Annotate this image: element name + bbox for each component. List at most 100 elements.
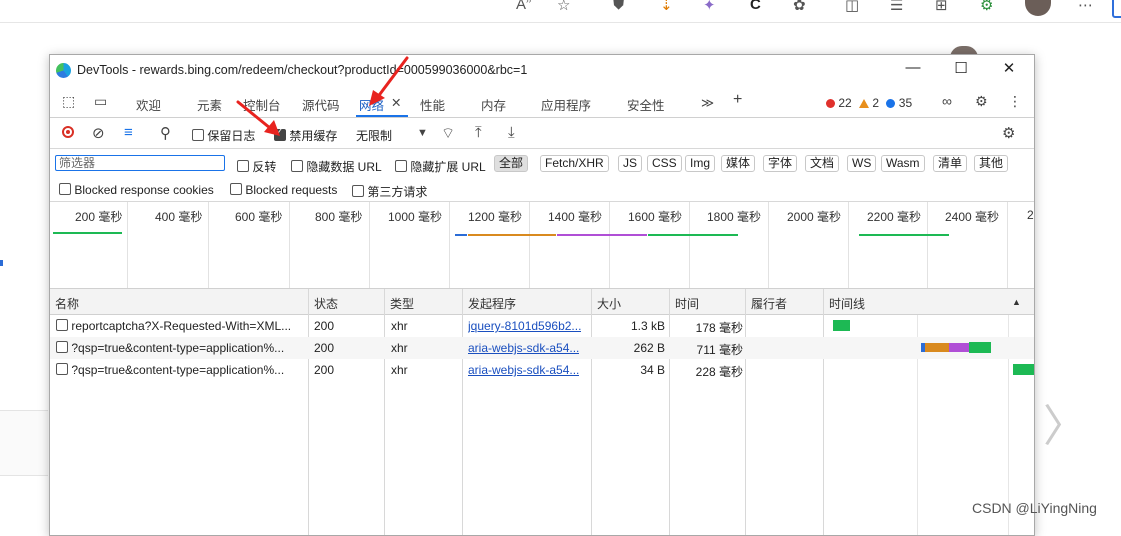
tab-performance[interactable]: 性能 [420,95,445,114]
close-button[interactable]: ✕ [994,59,1024,77]
more-menu-icon[interactable]: ⋯ [1078,0,1093,14]
favorite-star-icon[interactable]: ☆ [557,0,570,14]
filter-chip-all[interactable]: 全部 [494,155,529,172]
filter-chip-other[interactable]: 其他 [974,155,1009,172]
column-header-initiator[interactable]: 发起程序 [468,295,516,312]
waterfall-bar[interactable] [925,343,949,352]
request-size: 262 B [633,341,665,355]
chevron-right-icon[interactable]: 〉 [1043,390,1087,454]
blocked-requests-toggle[interactable]: Blocked requests [230,183,337,197]
profile-avatar[interactable] [1025,0,1051,16]
hide-extension-url-toggle[interactable]: 隐藏扩展 URL [395,158,486,175]
filter-chip-js[interactable]: JS [618,155,643,172]
network-conditions-icon[interactable]: ⌔ [441,124,455,143]
row-checkbox[interactable] [56,319,68,331]
hide-extension-url-checkbox[interactable] [395,160,407,172]
overview-tick: 2 [1027,208,1034,222]
request-initiator-link[interactable]: aria-webjs-sdk-a54... [468,341,579,355]
column-header-fulfilled-by[interactable]: 履行者 [751,295,787,312]
preserve-log-checkbox[interactable] [192,129,204,141]
column-header-waterfall[interactable]: 时间线 [829,295,865,312]
column-header-status[interactable]: 状态 [314,295,338,312]
device-emulation-icon[interactable]: ▭ [94,93,107,110]
filter-chip-css[interactable]: CSS [647,155,682,172]
table-row[interactable]: ?qsp=true&content-type=application%... 2… [50,337,1034,359]
tab-welcome[interactable]: 欢迎 [136,95,161,114]
overview-bar [648,234,738,236]
third-party-checkbox[interactable] [352,185,364,197]
waterfall-bar[interactable] [969,342,991,353]
blocked-cookies-checkbox[interactable] [59,183,71,195]
settings-gear-icon[interactable]: ⚙ [975,93,988,110]
filter-chip-wasm[interactable]: Wasm [881,155,925,172]
hide-data-url-toggle[interactable]: 隐藏数据 URL [291,158,382,175]
request-initiator-link[interactable]: jquery-8101d596b2... [468,319,581,333]
waterfall-bar[interactable] [949,343,969,352]
more-tabs-button[interactable]: ≫ [701,95,714,110]
waterfall-bar[interactable] [833,320,850,331]
extension-icon[interactable]: C [750,0,761,13]
minimize-button[interactable]: — [898,59,928,76]
blocked-requests-checkbox[interactable] [230,183,242,195]
tab-memory[interactable]: 内存 [481,95,506,114]
filter-chip-media[interactable]: 媒体 [721,155,756,172]
add-tab-button[interactable]: + [733,91,742,109]
customize-icon[interactable]: ∞ [942,93,952,109]
blocked-cookies-toggle[interactable]: Blocked response cookies [59,183,214,197]
filter-chip-font[interactable]: 字体 [763,155,798,172]
split-screen-icon[interactable]: ◫ [845,0,859,14]
shield-icon[interactable]: ⛊ [613,0,624,13]
column-header-size[interactable]: 大小 [597,295,621,312]
issue-counts[interactable]: 22 2 35 [826,96,912,110]
more-options-icon[interactable]: ⋮ [1008,93,1022,110]
extensions-icon[interactable]: ✿ [793,0,806,14]
filter-chip-img[interactable]: Img [685,155,716,172]
inspect-element-icon[interactable]: ⬚ [62,93,75,110]
row-checkbox[interactable] [56,341,68,353]
column-header-name[interactable]: 名称 [55,295,79,312]
overview-tick: 2000 毫秒 [787,210,842,224]
filter-chip-manifest[interactable]: 清单 [933,155,968,172]
column-header-type[interactable]: 类型 [390,295,414,312]
filter-chip-ws[interactable]: WS [847,155,877,172]
error-icon [826,99,835,108]
hide-data-url-checkbox[interactable] [291,160,303,172]
waterfall-bar[interactable] [1013,364,1034,375]
invert-checkbox[interactable] [237,160,249,172]
tab-elements[interactable]: 元素 [197,95,222,114]
disable-cache-label: 禁用缓存 [289,129,338,143]
row-checkbox[interactable] [56,363,68,375]
filter-chip-fetch-xhr[interactable]: Fetch/XHR [540,155,609,172]
third-party-toggle[interactable]: 第三方请求 [352,183,427,200]
request-initiator-link[interactable]: aria-webjs-sdk-a54... [468,363,579,377]
tab-application[interactable]: 应用程序 [541,95,591,114]
read-aloud-icon[interactable]: A›› [516,0,531,13]
extension-icon[interactable]: ⇣ [660,0,673,14]
extension-icon[interactable]: ⚙ [980,0,993,14]
search-icon[interactable]: ⚲ [160,124,171,142]
sort-ascending-icon[interactable]: ▲ [1012,297,1021,307]
table-row[interactable]: reportcaptcha?X-Requested-With=XML... 20… [50,315,1034,337]
collections-icon[interactable]: ⊞ [935,0,948,14]
network-overview[interactable]: 200 毫秒 400 毫秒 600 毫秒 800 毫秒 1000 毫秒 1200… [50,202,1034,289]
filter-icon[interactable]: ≡ [124,124,133,141]
tab-security[interactable]: 安全性 [627,95,665,114]
import-har-icon[interactable]: ⤒ [475,124,482,141]
filter-input[interactable]: 筛选器 [55,155,225,171]
info-icon [886,99,896,108]
filter-chip-doc[interactable]: 文档 [805,155,840,172]
dropdown-arrow-icon[interactable]: ▼ [417,127,428,139]
favorites-list-icon[interactable]: ☰ [890,0,903,14]
export-har-icon[interactable]: ⤓ [508,124,515,141]
tab-sources[interactable]: 源代码 [302,95,340,114]
table-row[interactable]: ?qsp=true&content-type=application%... 2… [50,359,1034,381]
network-settings-icon[interactable]: ⚙ [1002,124,1015,142]
maximize-button[interactable]: ☐ [946,59,976,77]
clear-icon[interactable]: ⊘ [92,124,105,142]
invert-toggle[interactable]: 反转 [237,158,276,175]
extension-icon[interactable]: ✦ [703,0,716,14]
column-header-time[interactable]: 时间 [675,295,699,312]
throttling-select[interactable]: 无限制 [356,127,392,144]
record-icon[interactable] [62,126,74,138]
sidebar-icon[interactable] [1112,0,1121,18]
